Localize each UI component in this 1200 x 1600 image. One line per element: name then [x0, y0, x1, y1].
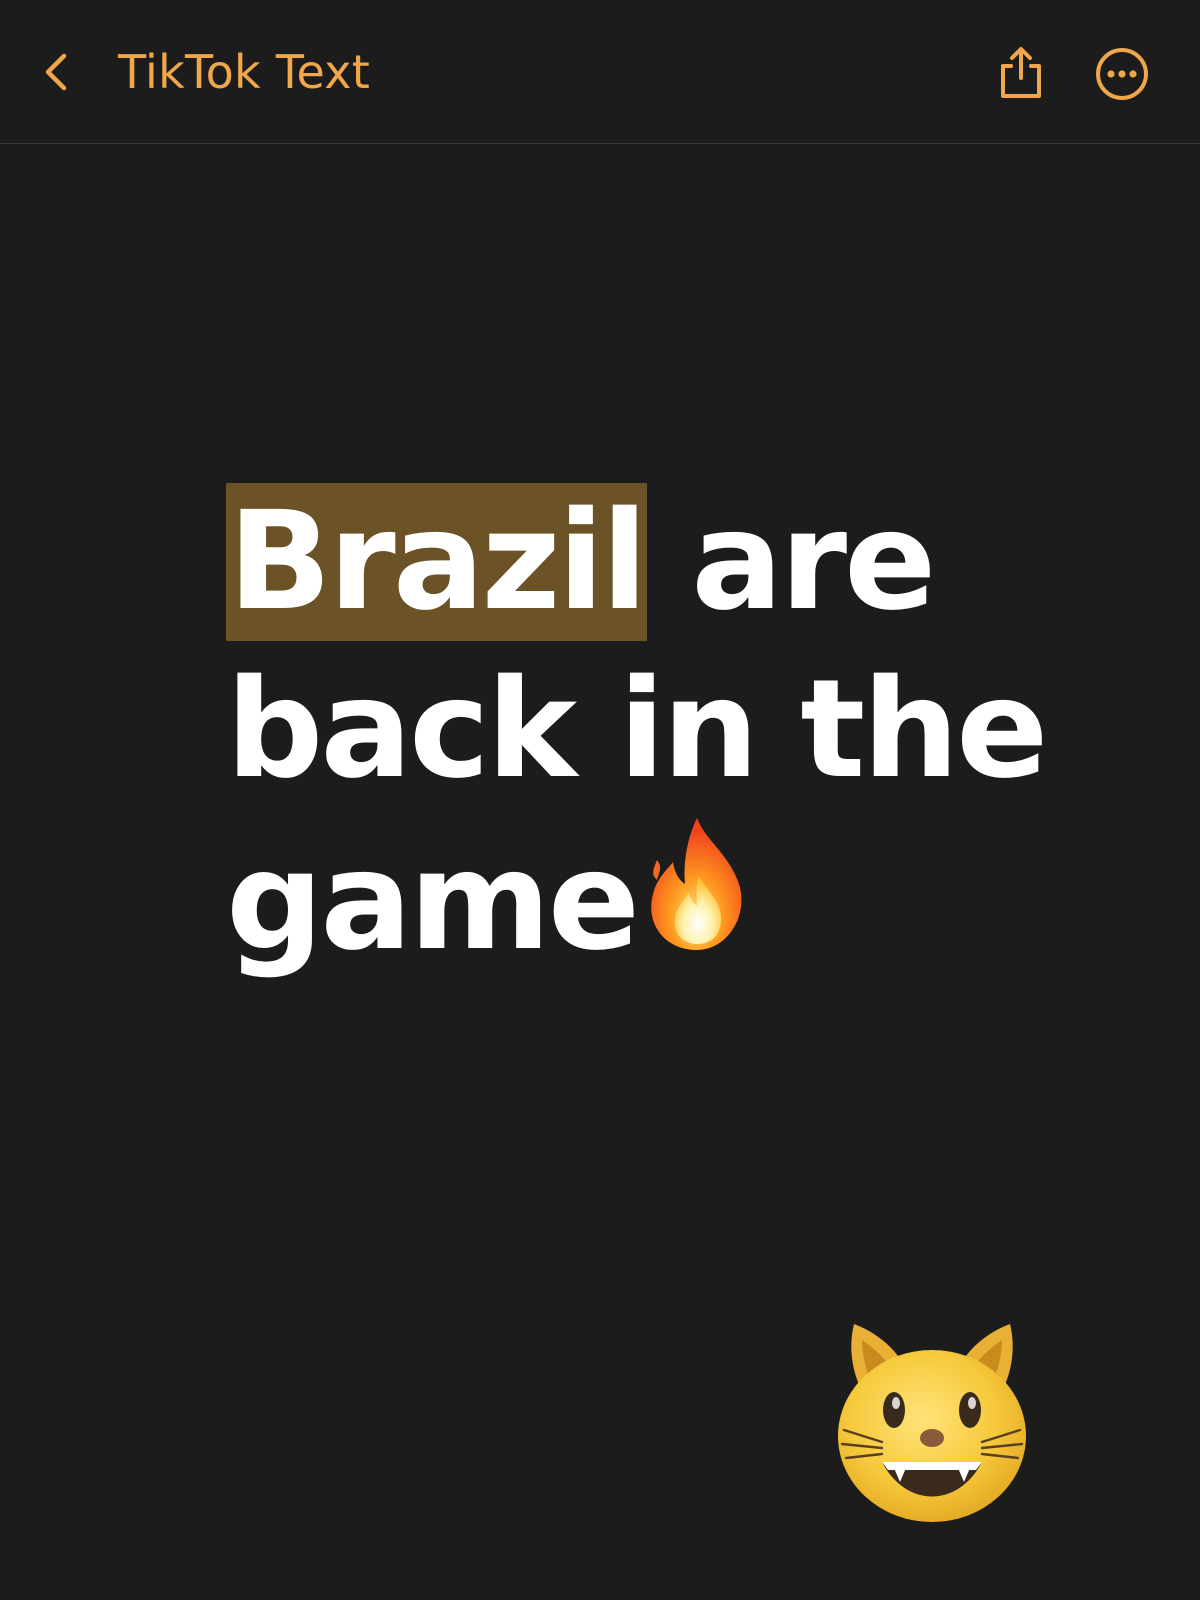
note-text-segment: are [646, 483, 936, 641]
note-text-segment: game [226, 823, 640, 981]
share-button[interactable] [994, 44, 1048, 102]
back-button[interactable]: TikTok Text [40, 30, 370, 114]
grinning-cat-emoji [836, 1318, 1028, 1526]
note-text-editor[interactable]: Brazil are back in the game [226, 478, 1126, 992]
note-line-3: game [226, 814, 1126, 992]
share-icon [994, 47, 1048, 106]
note-line-2: back in the [226, 651, 1048, 809]
more-options-button[interactable] [1094, 46, 1150, 102]
chevron-left-icon [40, 50, 70, 94]
note-line-1: Brazil are [226, 478, 1126, 646]
ellipsis-circle-icon [1094, 48, 1150, 106]
note-title: TikTok Text [118, 45, 371, 99]
fire-emoji [643, 814, 751, 992]
selected-text[interactable]: Brazil [226, 483, 648, 641]
navigation-bar: TikTok Text [0, 0, 1200, 144]
